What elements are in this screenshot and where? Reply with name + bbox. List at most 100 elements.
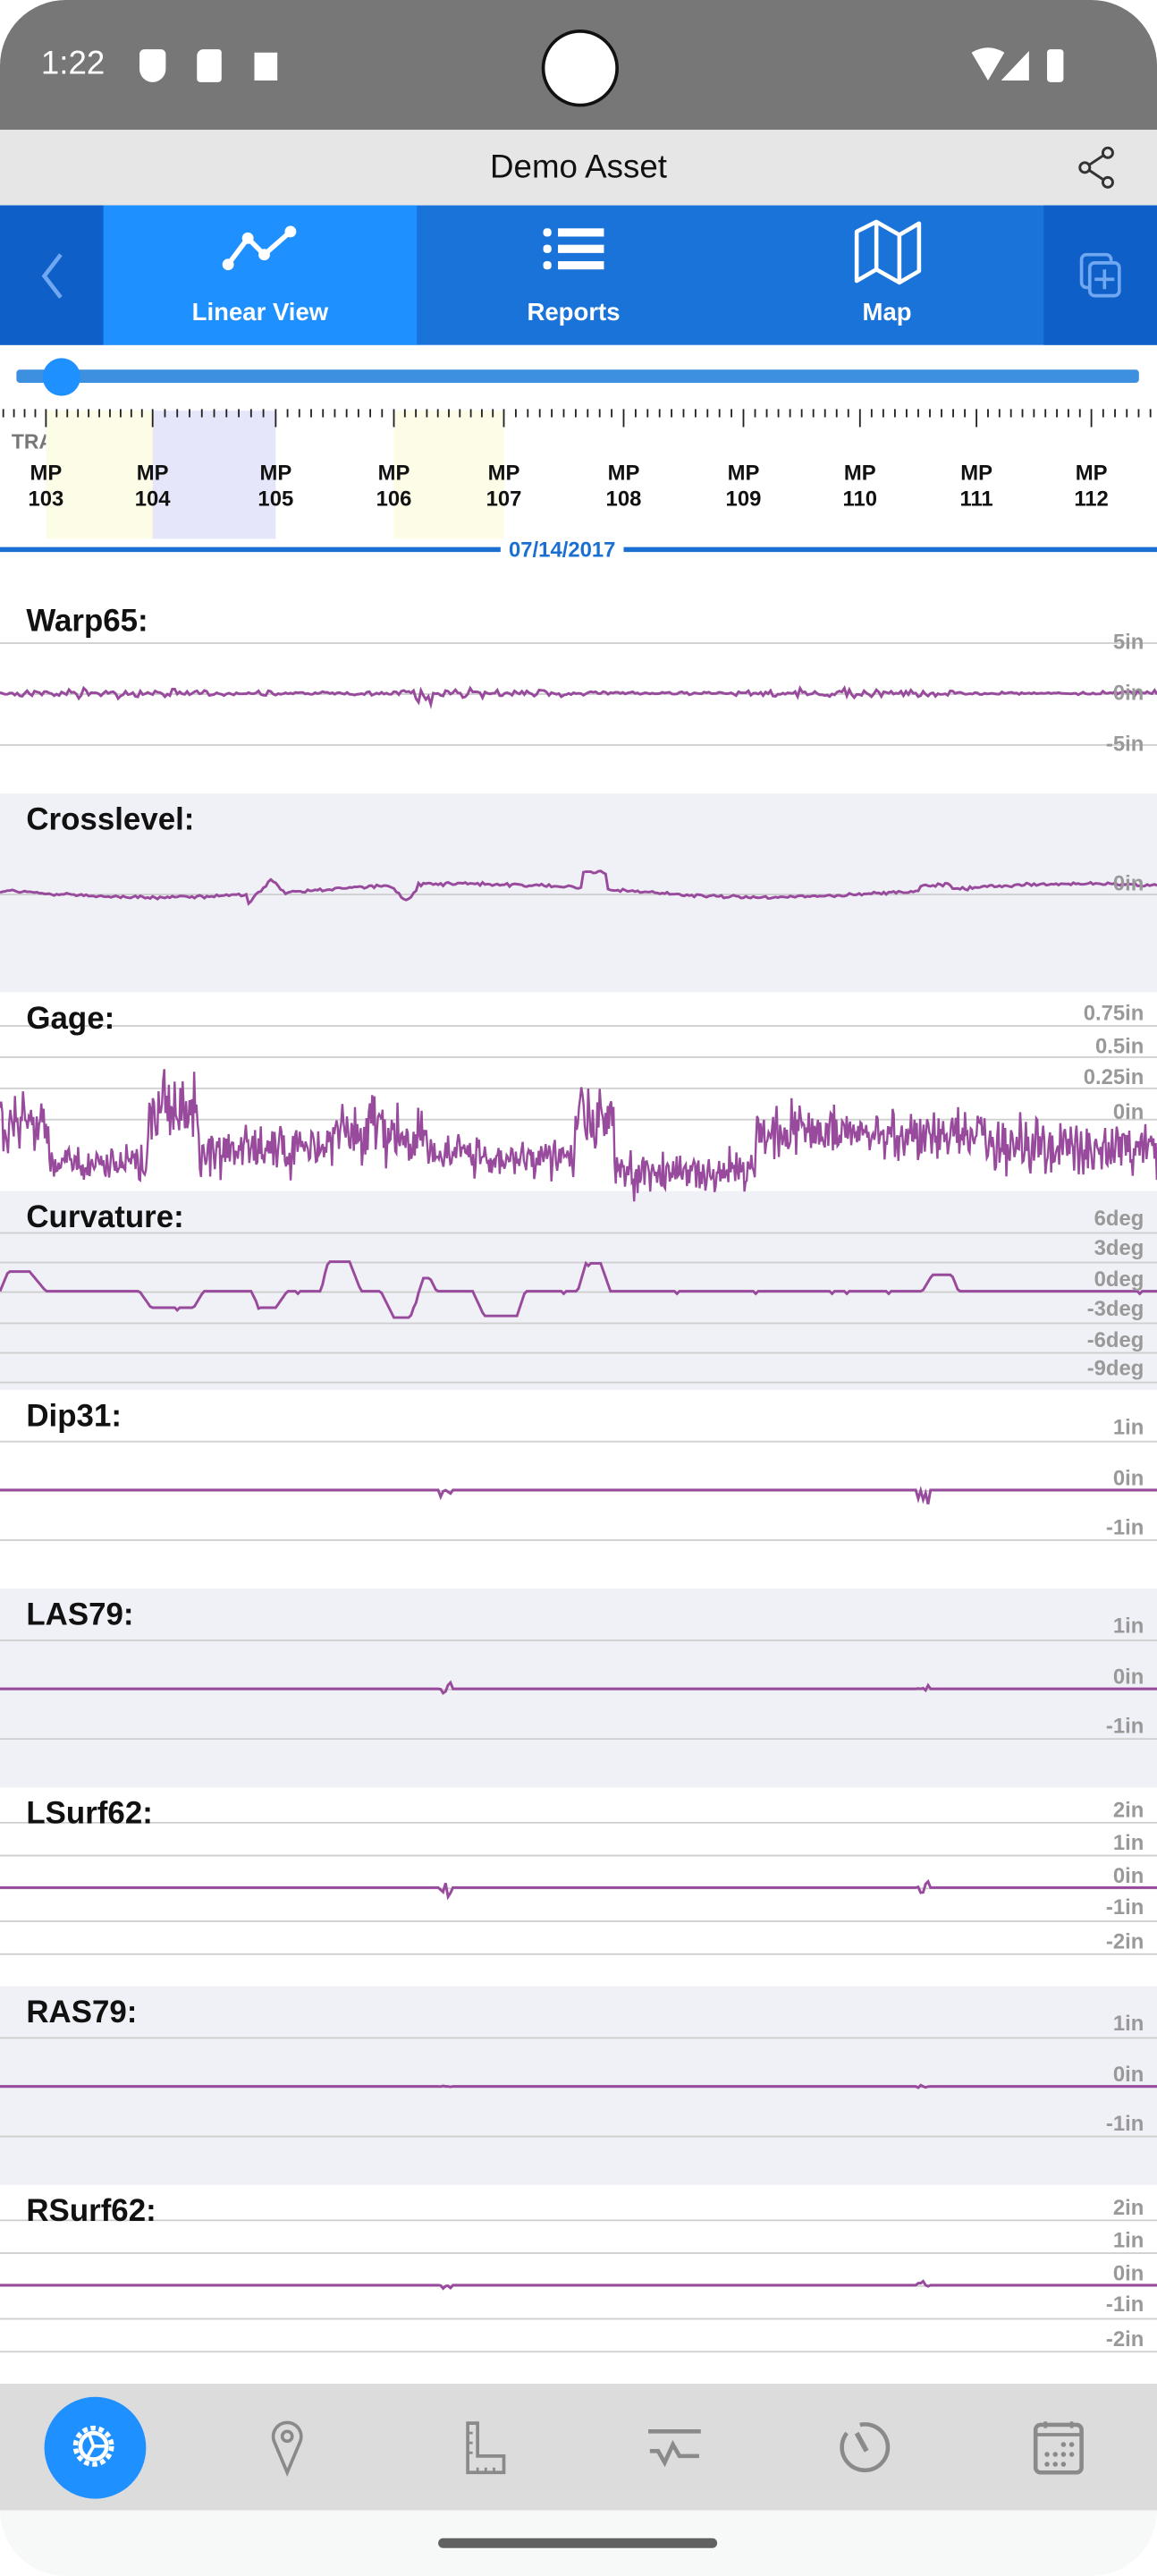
- y-axis-label: -9deg: [1086, 1355, 1144, 1380]
- milepost-number: 106: [376, 486, 412, 512]
- shield-icon: [139, 49, 166, 82]
- app-screen: 1:22 Demo Asset Linear View Reports Map …: [0, 0, 1157, 2576]
- signal-line: [0, 1260, 1157, 1319]
- y-axis-label: 0.25in: [1083, 1064, 1144, 1089]
- signal-line: [0, 1680, 1157, 1695]
- milepost-label[interactable]: MP 111: [943, 460, 1009, 513]
- y-axis-label: 0.75in: [1083, 1000, 1144, 1026]
- y-axis-label: 0.5in: [1094, 1033, 1144, 1058]
- chart-panel: Dip31: 1in 0in -1in: [0, 1390, 1157, 1589]
- y-axis-label: -1in: [1105, 1514, 1144, 1539]
- chart-panel: Crosslevel: 0in: [0, 793, 1157, 993]
- wifi-icon: [971, 47, 1064, 82]
- milepost-prefix: MP: [377, 460, 410, 485]
- milepost-prefix: MP: [136, 460, 169, 485]
- speedometer-icon: [840, 2422, 891, 2473]
- location-pin-icon: [271, 2420, 303, 2477]
- chart-title: LSurf62:: [26, 1797, 153, 1832]
- chart-panel: RAS79: 1in 0in -1in: [0, 1986, 1157, 2185]
- y-axis-label: 5in: [1112, 629, 1144, 655]
- y-axis-label: -1in: [1105, 1894, 1144, 1919]
- chevron-left-icon: [40, 253, 62, 299]
- y-axis-label: 3deg: [1094, 1235, 1144, 1260]
- milepost-number: 110: [842, 486, 878, 512]
- milepost-label[interactable]: MP 104: [120, 460, 185, 513]
- slider-thumb[interactable]: [43, 358, 81, 396]
- milepost-label[interactable]: MP 109: [711, 460, 776, 513]
- milepost-prefix: MP: [30, 460, 63, 485]
- list-icon: [542, 228, 604, 270]
- signal-line: [0, 684, 1157, 710]
- y-axis-label: 1in: [1112, 1830, 1144, 1855]
- signal-trace[interactable]: [0, 1589, 1157, 1787]
- milepost-number: 103: [28, 486, 64, 512]
- ruler-ticks: [2, 409, 1152, 428]
- status-time: 1:22: [40, 46, 106, 82]
- y-axis-label: 2in: [1112, 1797, 1144, 1822]
- milepost-number: 109: [725, 486, 762, 512]
- signal-trace[interactable]: [0, 1390, 1157, 1589]
- signal-line: [0, 2083, 1157, 2089]
- y-axis-label: -1in: [1105, 1713, 1144, 1739]
- y-axis-label: -3deg: [1086, 1296, 1144, 1321]
- add-copy-icon: [1078, 252, 1120, 298]
- y-axis-label: -2in: [1105, 1928, 1144, 1953]
- tab-map[interactable]: Map: [731, 206, 1044, 345]
- tab-label: Map: [862, 299, 912, 327]
- home-indicator[interactable]: [438, 2538, 718, 2548]
- back-button[interactable]: [0, 205, 104, 345]
- date-label: 07/14/2017: [500, 537, 624, 563]
- signal-line: [0, 869, 1157, 906]
- add-layer-button[interactable]: [1043, 205, 1157, 345]
- bottom-nav: [0, 2384, 1157, 2511]
- map-icon: [853, 219, 921, 285]
- chart-panel: RSurf62: 2in 1in 0in -1in -2in: [0, 2185, 1157, 2384]
- nav-button-calendar[interactable]: [1009, 2397, 1111, 2499]
- status-bar: 1:22: [0, 0, 1157, 131]
- milepost-prefix: MP: [607, 460, 640, 485]
- chart-panel: Curvature: 6deg 3deg 0deg -3deg -6deg -9deg: [0, 1191, 1157, 1390]
- milepost-prefix: MP: [727, 460, 760, 485]
- nav-button-signal-wave[interactable]: [623, 2397, 725, 2499]
- y-axis-label: 1in: [1112, 2227, 1144, 2253]
- milepost-prefix: MP: [843, 460, 876, 485]
- share-icon[interactable]: [1077, 146, 1116, 189]
- signal-trace[interactable]: [0, 2185, 1157, 2384]
- tab-linear-view[interactable]: Linear View: [103, 205, 418, 345]
- milepost-label[interactable]: MP 108: [591, 460, 656, 513]
- milepost-number: 112: [1074, 486, 1109, 512]
- y-axis-label: 0in: [1112, 1098, 1144, 1124]
- signal-trace[interactable]: [0, 1787, 1157, 1986]
- milepost-prefix: MP: [259, 460, 292, 485]
- milepost-label[interactable]: MP 107: [471, 460, 536, 513]
- ruler-icon: [466, 2421, 506, 2475]
- nav-button-settings[interactable]: [44, 2396, 147, 2499]
- chart-panel: Warp65: 5in 0in -5in: [0, 595, 1157, 793]
- milepost-label[interactable]: MP 110: [827, 460, 892, 513]
- milepost-label[interactable]: MP 105: [243, 460, 308, 513]
- tab-label: Reports: [527, 299, 621, 327]
- signal-trace[interactable]: [0, 992, 1157, 1202]
- timeline-slider[interactable]: [16, 369, 1139, 383]
- chart-title: RSurf62:: [26, 2194, 156, 2230]
- y-axis-label: 1in: [1112, 2011, 1144, 2036]
- nav-button-location-pin[interactable]: [238, 2397, 340, 2499]
- y-axis-label: 0in: [1112, 680, 1144, 705]
- y-axis-label: 6deg: [1094, 1206, 1144, 1231]
- milepost-prefix: MP: [1075, 460, 1108, 485]
- signal-line: [0, 1878, 1157, 1901]
- milepost-label[interactable]: MP 106: [361, 460, 426, 513]
- milepost-prefix: MP: [960, 460, 993, 485]
- milepost-number: 107: [486, 486, 522, 512]
- chart-panel: Gage: 0.75in 0.5in 0.25in 0in: [0, 992, 1157, 1202]
- tab-reports[interactable]: Reports: [417, 206, 731, 345]
- milepost-label[interactable]: MP 112: [1059, 460, 1124, 513]
- signal-trace[interactable]: [0, 595, 1157, 793]
- calendar-icon: [1033, 2421, 1084, 2475]
- signal-trace[interactable]: [0, 1987, 1157, 2185]
- nav-button-speedometer[interactable]: [815, 2397, 917, 2499]
- milepost-label[interactable]: MP 103: [13, 460, 79, 513]
- y-axis-label: 0in: [1112, 1862, 1144, 1888]
- y-axis-label: 0in: [1112, 2260, 1144, 2285]
- nav-button-ruler[interactable]: [434, 2397, 536, 2499]
